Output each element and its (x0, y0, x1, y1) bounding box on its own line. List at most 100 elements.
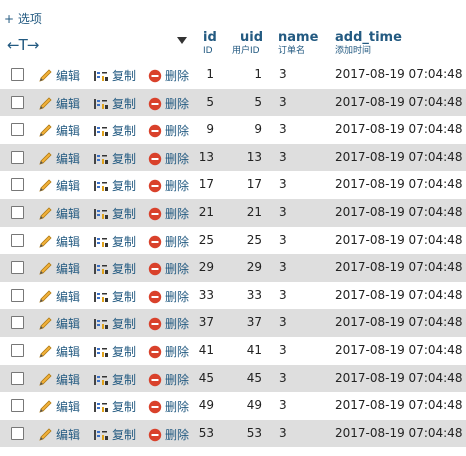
cell-add-time[interactable]: 2017-08-19 07:04:48 (335, 95, 462, 109)
cell-uid[interactable]: 5 (254, 95, 262, 109)
row-checkbox[interactable] (11, 343, 24, 357)
cell-id[interactable]: 9 (206, 122, 214, 136)
delete-link[interactable]: 删除 (148, 233, 189, 250)
cell-id[interactable]: 41 (199, 343, 214, 357)
delete-link[interactable]: 删除 (148, 371, 189, 388)
cell-id[interactable]: 33 (199, 288, 214, 302)
edit-link[interactable]: 编辑 (38, 122, 80, 139)
edit-link[interactable]: 编辑 (38, 315, 80, 332)
cell-name[interactable]: 3 (279, 233, 287, 247)
cell-id[interactable]: 13 (199, 150, 214, 164)
cell-uid[interactable]: 53 (247, 426, 262, 440)
cell-id[interactable]: 17 (199, 177, 214, 191)
column-arrows-icon[interactable]: ←T→ (7, 36, 39, 54)
cell-add-time[interactable]: 2017-08-19 07:04:48 (335, 205, 462, 219)
row-checkbox[interactable] (11, 316, 24, 330)
column-name[interactable]: add_time (335, 30, 402, 45)
cell-add-time[interactable]: 2017-08-19 07:04:48 (335, 260, 462, 274)
cell-uid[interactable]: 9 (254, 122, 262, 136)
row-checkbox[interactable] (11, 288, 24, 302)
cell-name[interactable]: 3 (279, 177, 287, 191)
row-checkbox[interactable] (11, 261, 24, 275)
cell-add-time[interactable]: 2017-08-19 07:04:48 (335, 67, 462, 81)
delete-link[interactable]: 删除 (148, 122, 189, 139)
sort-desc-icon[interactable] (177, 37, 187, 44)
cell-name[interactable]: 3 (279, 205, 287, 219)
cell-add-time[interactable]: 2017-08-19 07:04:48 (335, 343, 462, 357)
delete-link[interactable]: 删除 (148, 67, 189, 84)
cell-id[interactable]: 1 (206, 67, 214, 81)
cell-id[interactable]: 45 (199, 371, 214, 385)
delete-link[interactable]: 删除 (148, 343, 189, 360)
cell-name[interactable]: 3 (279, 95, 287, 109)
edit-link[interactable]: 编辑 (38, 67, 80, 84)
row-checkbox[interactable] (11, 68, 24, 81)
delete-link[interactable]: 删除 (148, 150, 189, 167)
copy-link[interactable]: 复制 (93, 95, 136, 112)
delete-link[interactable]: 删除 (148, 95, 189, 112)
delete-link[interactable]: 删除 (148, 260, 189, 277)
cell-name[interactable]: 3 (279, 150, 287, 164)
cell-id[interactable]: 21 (199, 205, 214, 219)
cell-add-time[interactable]: 2017-08-19 07:04:48 (335, 315, 462, 329)
cell-uid[interactable]: 45 (247, 371, 262, 385)
delete-link[interactable]: 删除 (148, 177, 189, 194)
cell-name[interactable]: 3 (279, 426, 287, 440)
copy-link[interactable]: 复制 (93, 177, 136, 194)
cell-add-time[interactable]: 2017-08-19 07:04:48 (335, 371, 462, 385)
copy-link[interactable]: 复制 (93, 315, 136, 332)
cell-name[interactable]: 3 (279, 371, 287, 385)
column-name[interactable]: id (203, 30, 217, 45)
column-name[interactable]: uid (240, 30, 263, 45)
cell-uid[interactable]: 29 (247, 260, 262, 274)
column-header-name[interactable]: name 订单名 (278, 30, 318, 57)
edit-link[interactable]: 编辑 (38, 398, 80, 415)
cell-name[interactable]: 3 (279, 122, 287, 136)
row-checkbox[interactable] (11, 150, 24, 164)
row-checkbox[interactable] (11, 123, 24, 137)
cell-uid[interactable]: 33 (247, 288, 262, 302)
column-header-id[interactable]: id ID (203, 30, 217, 57)
cell-name[interactable]: 3 (279, 67, 287, 81)
row-checkbox[interactable] (11, 205, 24, 219)
cell-name[interactable]: 3 (279, 260, 287, 274)
cell-name[interactable]: 3 (279, 343, 287, 357)
cell-uid[interactable]: 41 (247, 343, 262, 357)
edit-link[interactable]: 编辑 (38, 177, 80, 194)
cell-id[interactable]: 25 (199, 233, 214, 247)
cell-uid[interactable]: 49 (247, 398, 262, 412)
cell-add-time[interactable]: 2017-08-19 07:04:48 (335, 426, 462, 440)
copy-link[interactable]: 复制 (93, 205, 136, 222)
copy-link[interactable]: 复制 (93, 150, 136, 167)
cell-add-time[interactable]: 2017-08-19 07:04:48 (335, 398, 462, 412)
cell-add-time[interactable]: 2017-08-19 07:04:48 (335, 233, 462, 247)
copy-link[interactable]: 复制 (93, 398, 136, 415)
cell-id[interactable]: 53 (199, 426, 214, 440)
copy-link[interactable]: 复制 (93, 371, 136, 388)
column-header-uid[interactable]: uid 用户ID (232, 30, 263, 57)
cell-name[interactable]: 3 (279, 288, 287, 302)
edit-link[interactable]: 编辑 (38, 205, 80, 222)
row-checkbox[interactable] (11, 178, 24, 192)
delete-link[interactable]: 删除 (148, 398, 189, 415)
cell-uid[interactable]: 25 (247, 233, 262, 247)
delete-link[interactable]: 删除 (148, 288, 189, 305)
edit-link[interactable]: 编辑 (38, 233, 80, 250)
cell-id[interactable]: 29 (199, 260, 214, 274)
edit-link[interactable]: 编辑 (38, 288, 80, 305)
row-checkbox[interactable] (11, 233, 24, 247)
cell-id[interactable]: 5 (206, 95, 214, 109)
delete-link[interactable]: 删除 (148, 205, 189, 222)
edit-link[interactable]: 编辑 (38, 371, 80, 388)
cell-uid[interactable]: 1 (254, 67, 262, 81)
edit-link[interactable]: 编辑 (38, 95, 80, 112)
column-header-add-time[interactable]: add_time 添加时间 (335, 30, 402, 57)
copy-link[interactable]: 复制 (93, 67, 136, 84)
cell-uid[interactable]: 13 (247, 150, 262, 164)
cell-add-time[interactable]: 2017-08-19 07:04:48 (335, 288, 462, 302)
copy-link[interactable]: 复制 (93, 426, 136, 443)
cell-uid[interactable]: 21 (247, 205, 262, 219)
edit-link[interactable]: 编辑 (38, 426, 80, 443)
copy-link[interactable]: 复制 (93, 288, 136, 305)
cell-uid[interactable]: 37 (247, 315, 262, 329)
